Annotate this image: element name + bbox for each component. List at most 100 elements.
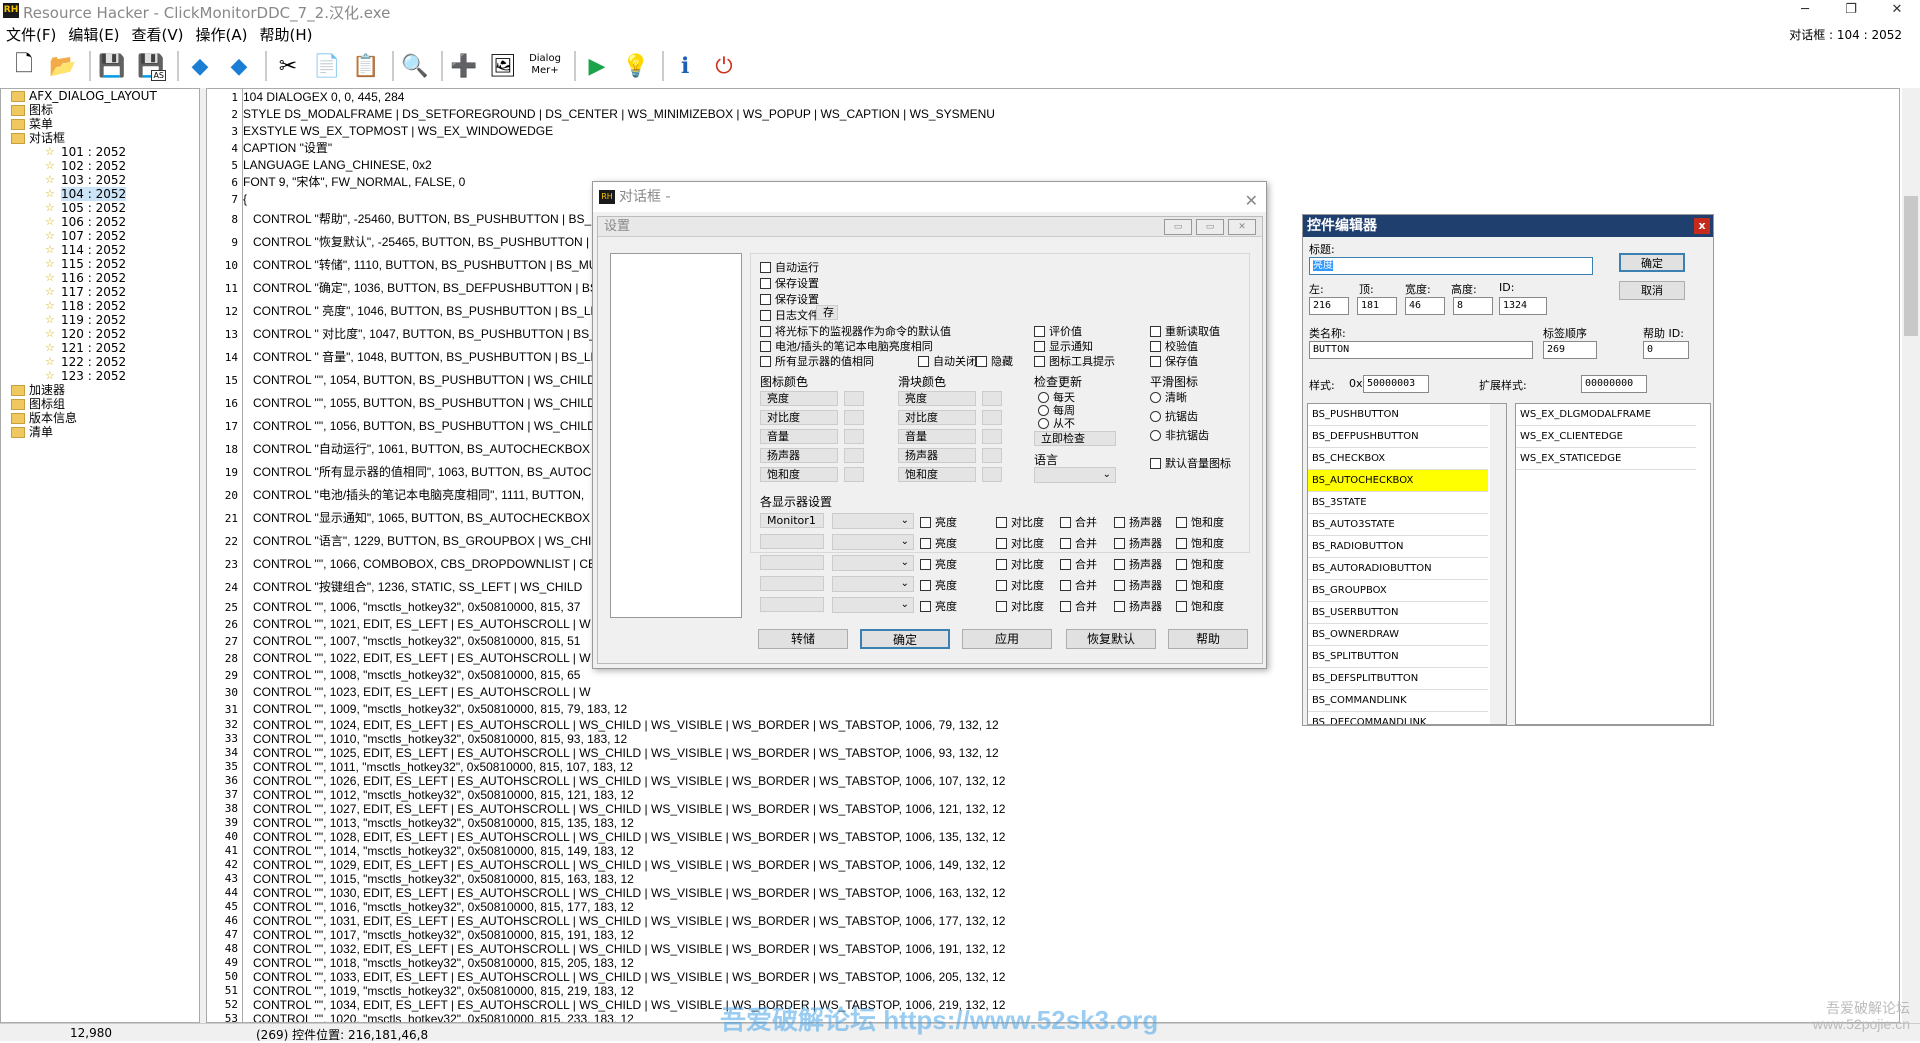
checkbox[interactable]: 对比度: [996, 535, 1044, 551]
checkbox[interactable]: 扬声器: [1114, 514, 1162, 530]
cut-icon[interactable]: ✂: [271, 49, 305, 83]
monitor-name-field[interactable]: [760, 576, 824, 591]
checkbox[interactable]: 亮度: [920, 535, 957, 551]
style-list-item[interactable]: BS_OWNERDRAW: [1308, 624, 1488, 646]
dialog-button[interactable]: 应用: [962, 629, 1052, 649]
code-line[interactable]: CONTROL "", 1016, "msctls_hotkey32", 0x5…: [243, 900, 1899, 914]
checkbox[interactable]: 对比度: [996, 514, 1044, 530]
color-swatch[interactable]: [844, 429, 864, 444]
log-save-button[interactable]: 存: [816, 305, 838, 320]
save-icon[interactable]: 💾: [95, 49, 129, 83]
color-swatch[interactable]: [844, 410, 864, 425]
dialog-button[interactable]: 转储: [758, 629, 848, 649]
checkbox[interactable]: 保存值: [1150, 353, 1198, 369]
tree-item[interactable]: ☆ 114 : 2052: [1, 243, 199, 257]
checkbox[interactable]: 合并: [1060, 514, 1097, 530]
height-input[interactable]: 8: [1453, 297, 1493, 315]
check-now-button[interactable]: 立即检查: [1034, 431, 1116, 446]
monitor-select[interactable]: ⌄: [832, 534, 914, 550]
style-list-item[interactable]: BS_AUTOCHECKBOX: [1308, 470, 1488, 492]
tree-item[interactable]: AFX_DIALOG_LAYOUT: [1, 89, 199, 103]
menu-help[interactable]: 帮助(H): [253, 22, 318, 44]
scrollbar-thumb[interactable]: [1904, 196, 1918, 336]
checkbox[interactable]: 亮度: [920, 514, 957, 530]
top-input[interactable]: 181: [1357, 297, 1397, 315]
tree-item[interactable]: ☆ 104 : 2052: [1, 187, 199, 201]
monitor-name-field[interactable]: Monitor1: [760, 513, 824, 528]
tree-item[interactable]: 图标: [1, 103, 199, 117]
checkbox[interactable]: 对比度: [996, 556, 1044, 572]
maximize-button[interactable]: ▭: [1196, 219, 1224, 235]
checkbox[interactable]: 饱和度: [1176, 535, 1224, 551]
slider-color-button[interactable]: 亮度: [898, 391, 976, 406]
tree-item[interactable]: ☆ 106 : 2052: [1, 215, 199, 229]
code-line[interactable]: CONTROL "", 1027, EDIT, ES_LEFT | ES_AUT…: [243, 802, 1899, 816]
checkbox[interactable]: 饱和度: [1176, 556, 1224, 572]
info-icon[interactable]: ℹ: [668, 49, 702, 83]
style-list-item[interactable]: BS_SPLITBUTTON: [1308, 646, 1488, 668]
style-list-item[interactable]: BS_DEFCOMMANDLINK: [1308, 712, 1488, 724]
checkbox[interactable]: 合并: [1060, 535, 1097, 551]
checkbox[interactable]: 默认音量图标: [1150, 455, 1231, 471]
slider-color-button[interactable]: 对比度: [898, 410, 976, 425]
tree-item[interactable]: 加速器: [1, 383, 199, 397]
checkbox[interactable]: 扬声器: [1114, 598, 1162, 614]
checkbox[interactable]: 扬声器: [1114, 535, 1162, 551]
slider-color-button[interactable]: 饱和度: [898, 467, 976, 482]
icon-color-button[interactable]: 对比度: [760, 410, 838, 425]
code-line[interactable]: CONTROL "", 1014, "msctls_hotkey32", 0x5…: [243, 844, 1899, 858]
ok-button[interactable]: 确定: [1619, 253, 1685, 272]
find-icon[interactable]: 🔍: [398, 49, 432, 83]
tree-item[interactable]: ☆ 121 : 2052: [1, 341, 199, 355]
checkbox[interactable]: 日志文件: [760, 307, 819, 323]
compile-right-icon[interactable]: ◆: [222, 49, 256, 83]
checkbox[interactable]: 保存设置: [760, 275, 819, 291]
checkbox[interactable]: 对比度: [996, 577, 1044, 593]
style-list-item[interactable]: BS_DEFPUSHBUTTON: [1308, 426, 1488, 448]
cancel-button[interactable]: 取消: [1619, 281, 1685, 300]
left-input[interactable]: 216: [1309, 297, 1349, 315]
tree-item[interactable]: ☆ 105 : 2052: [1, 201, 199, 215]
tree-item[interactable]: 图标组: [1, 397, 199, 411]
code-line[interactable]: CONTROL "", 1030, EDIT, ES_LEFT | ES_AUT…: [243, 886, 1899, 900]
style-list-item[interactable]: BS_GROUPBOX: [1308, 580, 1488, 602]
dialog-preview-window[interactable]: RH 对话框 - ✕ 设置 ▭ ▭ ✕ 自动运行 保存设置 保存设置 日志文件存将光标下…: [592, 181, 1267, 669]
checkbox[interactable]: 亮度: [920, 556, 957, 572]
code-line[interactable]: CONTROL "", 1011, "msctls_hotkey32", 0x5…: [243, 760, 1899, 774]
vertical-scrollbar[interactable]: [1902, 88, 1920, 1023]
icon-color-button[interactable]: 亮度: [760, 391, 838, 406]
tree-item[interactable]: ☆ 119 : 2052: [1, 313, 199, 327]
code-line[interactable]: CONTROL "", 1033, EDIT, ES_LEFT | ES_AUT…: [243, 970, 1899, 984]
menu-action[interactable]: 操作(A): [190, 22, 254, 44]
close-button[interactable]: ✕: [1874, 0, 1920, 22]
checkbox[interactable]: 保存设置: [760, 291, 819, 307]
compile-left-icon[interactable]: ◆: [183, 49, 217, 83]
resource-tree[interactable]: AFX_DIALOG_LAYOUT 图标 菜单 对话框 ☆ 101 : 2052 ☆ 102 …: [0, 88, 200, 1023]
checkbox[interactable]: 将光标下的监视器作为命令的默认值: [760, 323, 951, 339]
checkbox[interactable]: 亮度: [920, 598, 957, 614]
lightbulb-icon[interactable]: 💡: [619, 49, 653, 83]
tree-item[interactable]: ☆ 101 : 2052: [1, 145, 199, 159]
checkbox[interactable]: 对比度: [996, 598, 1044, 614]
style-list-item[interactable]: BS_AUTORADIOBUTTON: [1308, 558, 1488, 580]
monitor-name-field[interactable]: [760, 534, 824, 549]
checkbox[interactable]: 显示通知: [1034, 338, 1093, 354]
checkbox[interactable]: 合并: [1060, 598, 1097, 614]
tree-item[interactable]: ☆ 117 : 2052: [1, 285, 199, 299]
style-list-item[interactable]: BS_3STATE: [1308, 492, 1488, 514]
monitor-select[interactable]: ⌄: [832, 597, 914, 613]
style-list-scrollbar[interactable]: [1490, 404, 1506, 724]
checkbox[interactable]: 图标工具提示: [1034, 353, 1115, 369]
checkbox[interactable]: 合并: [1060, 556, 1097, 572]
minimize-button[interactable]: ▭: [1164, 219, 1192, 235]
code-line[interactable]: CONTROL "", 1010, "msctls_hotkey32", 0x5…: [243, 732, 1899, 746]
maximize-button[interactable]: ❐: [1828, 0, 1874, 22]
monitor-name-field[interactable]: [760, 597, 824, 612]
hotkey-listbox[interactable]: [610, 253, 742, 618]
monitor-select[interactable]: ⌄: [832, 576, 914, 592]
code-line[interactable]: CONTROL "", 1025, EDIT, ES_LEFT | ES_AUT…: [243, 746, 1899, 760]
checkbox[interactable]: 自动关闭: [918, 353, 977, 369]
color-swatch[interactable]: [844, 391, 864, 406]
checkbox[interactable]: 饱和度: [1176, 514, 1224, 530]
style-list-item[interactable]: BS_USERBUTTON: [1308, 602, 1488, 624]
